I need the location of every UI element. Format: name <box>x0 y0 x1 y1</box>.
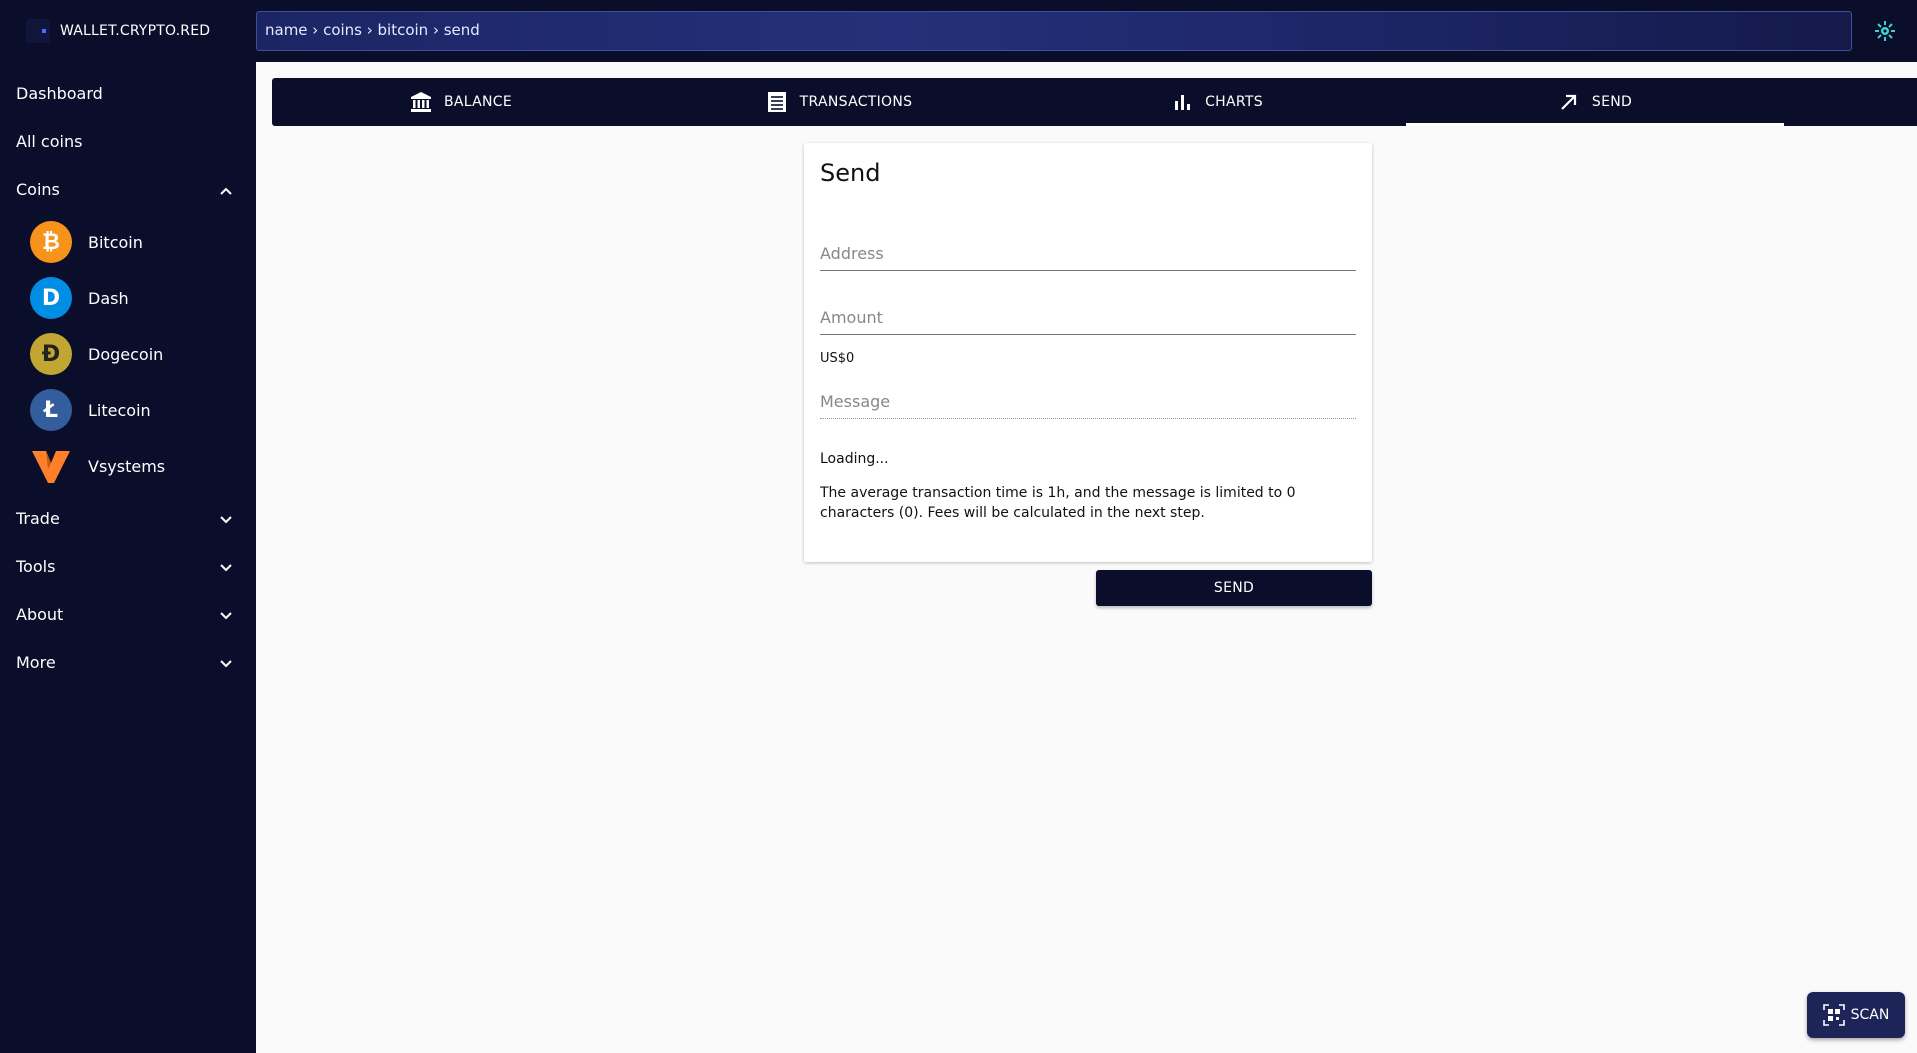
sidebar-item-more[interactable]: More <box>16 653 56 672</box>
settings-gear-icon[interactable] <box>1873 19 1897 43</box>
coin-item-dash[interactable]: D Dash <box>30 276 240 320</box>
logo-icon <box>26 19 50 43</box>
tab-label: CHARTS <box>1205 94 1263 110</box>
coin-item-dogecoin[interactable]: Ð Dogecoin <box>30 332 240 376</box>
fiat-value: US$0 <box>820 351 855 366</box>
amount-field[interactable] <box>820 301 1356 335</box>
qr-code-icon <box>1822 1004 1845 1026</box>
litecoin-icon: Ł <box>30 389 72 431</box>
message-field[interactable] <box>820 385 1356 419</box>
dash-icon: D <box>30 277 72 319</box>
coin-label: Bitcoin <box>88 232 143 252</box>
tab-charts[interactable]: CHARTS <box>1028 78 1406 126</box>
message-input[interactable] <box>820 385 1356 417</box>
sidebar: Dashboard All coins Coins ₿ Bitcoin D Da… <box>0 62 256 1053</box>
chevron-down-icon[interactable] <box>218 608 234 624</box>
address-field[interactable] <box>820 237 1356 271</box>
scan-label: SCAN <box>1850 1007 1890 1023</box>
chevron-down-icon[interactable] <box>218 560 234 576</box>
tab-label: TRANSACTIONS <box>799 94 913 110</box>
send-card: Send US$0 Loading... The average transac… <box>804 143 1372 562</box>
vsystems-icon <box>30 445 72 487</box>
coin-item-vsystems[interactable]: Vsystems <box>30 444 240 488</box>
bank-icon <box>410 91 432 113</box>
chevron-down-icon[interactable] <box>218 656 234 672</box>
coin-label: Litecoin <box>88 400 151 420</box>
loading-text: Loading... <box>820 451 889 467</box>
amount-input[interactable] <box>820 301 1356 333</box>
bar-chart-icon <box>1171 91 1193 113</box>
coin-item-bitcoin[interactable]: ₿ Bitcoin <box>30 220 240 264</box>
breadcrumb[interactable]: name › coins › bitcoin › send <box>256 11 1852 51</box>
sidebar-item-dashboard[interactable]: Dashboard <box>16 84 103 103</box>
coin-label: Dogecoin <box>88 344 164 364</box>
top-bar: WALLET.CRYPTO.RED name › coins › bitcoin… <box>0 0 1917 62</box>
arrow-up-right-icon <box>1558 91 1580 113</box>
chevron-up-icon[interactable] <box>218 183 234 199</box>
app-title: WALLET.CRYPTO.RED <box>60 23 211 39</box>
tab-balance[interactable]: BALANCE <box>272 78 650 126</box>
scan-button[interactable]: SCAN <box>1807 992 1905 1038</box>
transaction-info: The average transaction time is 1h, and … <box>820 485 1296 521</box>
sidebar-item-all-coins[interactable]: All coins <box>16 132 82 151</box>
card-title: Send <box>820 159 881 187</box>
send-button[interactable]: SEND <box>1096 570 1372 606</box>
coin-label: Vsystems <box>88 456 166 476</box>
bitcoin-icon: ₿ <box>30 221 72 263</box>
chevron-down-icon[interactable] <box>218 512 234 528</box>
sidebar-item-trade[interactable]: Trade <box>16 509 60 528</box>
tab-send[interactable]: SEND <box>1406 78 1784 126</box>
coin-tabs: BALANCE TRANSACTIONS CHARTS SEND <box>272 78 1917 126</box>
coin-label: Dash <box>88 288 129 308</box>
sidebar-item-about[interactable]: About <box>16 605 63 624</box>
tab-label: BALANCE <box>443 94 513 110</box>
dogecoin-icon: Ð <box>30 333 72 375</box>
sidebar-item-tools[interactable]: Tools <box>16 557 55 576</box>
sidebar-item-coins[interactable]: Coins <box>16 180 60 199</box>
tab-transactions[interactable]: TRANSACTIONS <box>650 78 1028 126</box>
list-icon <box>766 91 788 113</box>
address-input[interactable] <box>820 237 1356 269</box>
coin-item-litecoin[interactable]: Ł Litecoin <box>30 388 240 432</box>
app-logo[interactable]: WALLET.CRYPTO.RED <box>26 19 210 43</box>
tab-label: SEND <box>1591 94 1633 110</box>
